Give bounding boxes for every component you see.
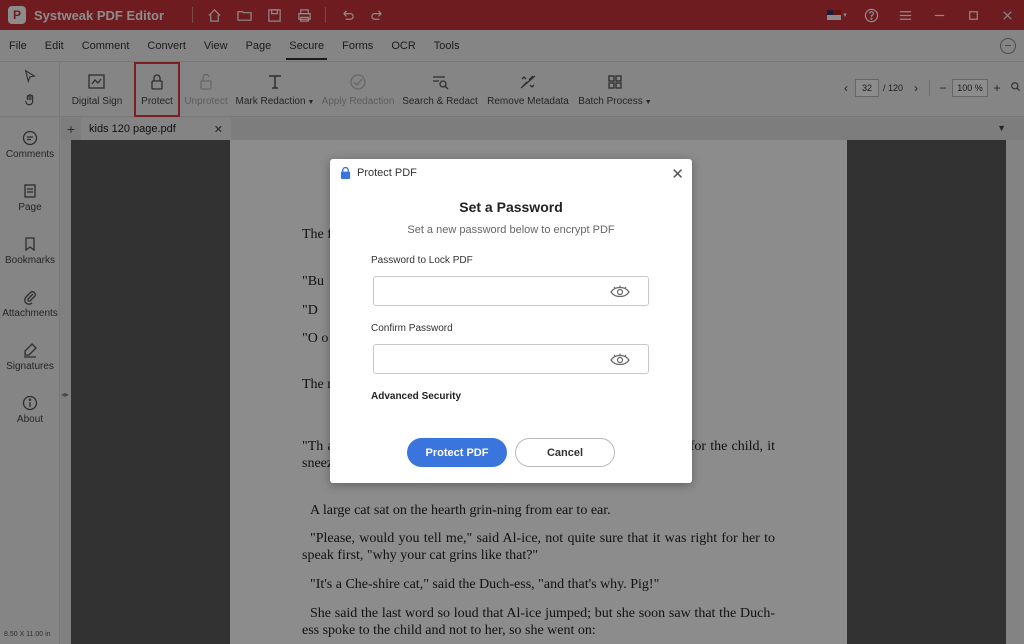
lock-icon bbox=[340, 167, 351, 179]
protect-pdf-button[interactable]: Protect PDF bbox=[407, 438, 507, 467]
password-field[interactable] bbox=[373, 276, 649, 306]
dialog-close-icon[interactable]: ✕ bbox=[671, 165, 684, 183]
password-input[interactable] bbox=[380, 277, 610, 305]
confirm-password-field[interactable] bbox=[373, 344, 649, 374]
dialog-title: Set a Password bbox=[459, 199, 563, 215]
confirm-password-input[interactable] bbox=[380, 345, 610, 373]
password-label: Password to Lock PDF bbox=[371, 255, 473, 266]
protect-pdf-dialog: Protect PDF ✕ Set a Password Set a new p… bbox=[330, 159, 692, 483]
eye-icon[interactable] bbox=[610, 353, 630, 370]
advanced-security-link[interactable]: Advanced Security bbox=[371, 391, 461, 402]
dialog-subtitle: Set a new password below to encrypt PDF bbox=[407, 224, 615, 236]
dialog-header: Protect PDF bbox=[340, 167, 417, 179]
cancel-button[interactable]: Cancel bbox=[515, 438, 615, 467]
eye-icon[interactable] bbox=[610, 285, 630, 302]
confirm-password-label: Confirm Password bbox=[371, 323, 453, 334]
